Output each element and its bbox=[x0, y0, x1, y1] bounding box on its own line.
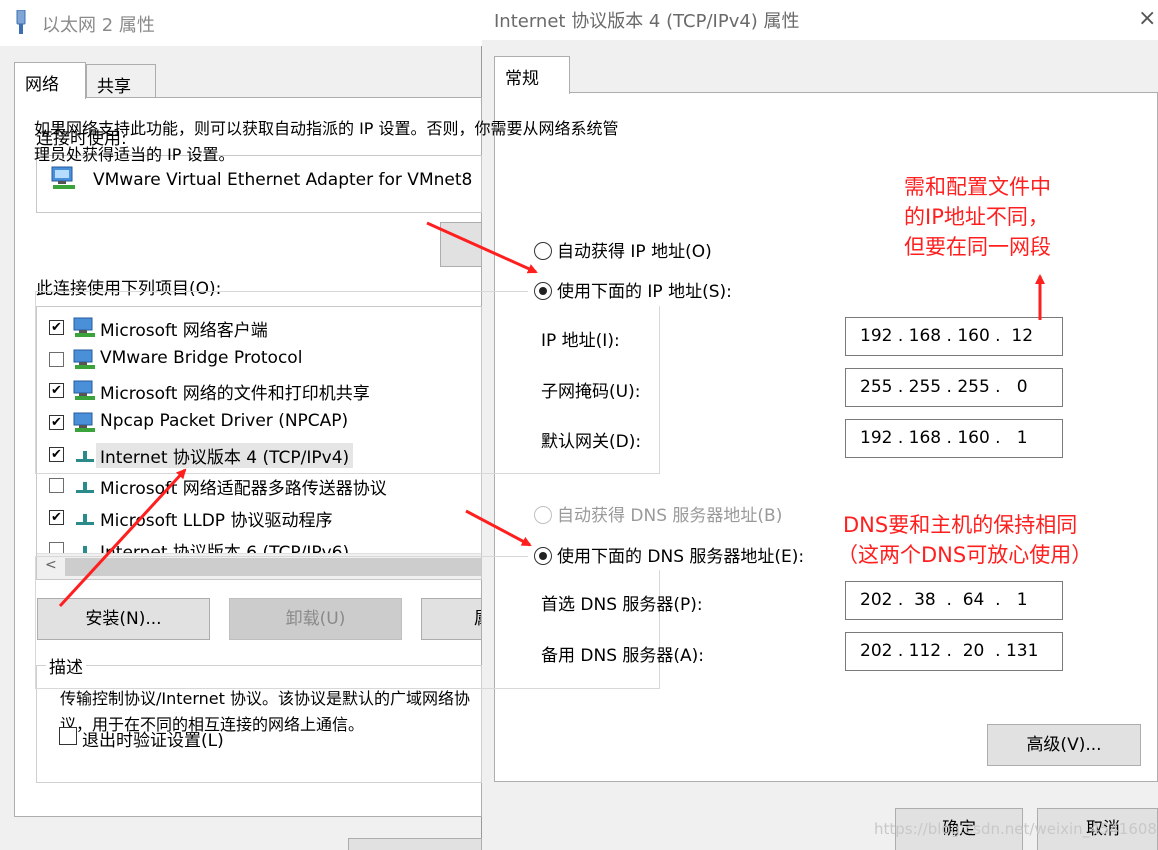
manual-ip-radio[interactable] bbox=[534, 282, 552, 300]
ip-annotation: 需和配置文件中 的IP地址不同， 但要在同一网段 bbox=[904, 172, 1051, 262]
gateway-field[interactable]: 192 . 168 . 160 . 1 bbox=[845, 419, 1063, 458]
configure-button[interactable] bbox=[440, 222, 482, 267]
subnet-mask-field[interactable]: 255 . 255 . 255 . 0 bbox=[845, 368, 1063, 407]
manual-dns-label: 使用下面的 DNS 服务器地址(E): bbox=[557, 547, 805, 567]
ip-address-field[interactable]: 192 . 168 . 160 . 12 bbox=[845, 317, 1063, 356]
close-icon[interactable]: × bbox=[1138, 6, 1156, 31]
auto-dns-radio[interactable] bbox=[534, 506, 552, 524]
dns-note-line: DNS要和主机的保持相同 bbox=[843, 513, 1078, 537]
manual-dns-radio[interactable] bbox=[534, 547, 552, 565]
item-label: Microsoft 网络适配器多路传送器协议 bbox=[100, 479, 387, 499]
right-window-title: Internet 协议版本 4 (TCP/IPv4) 属性 bbox=[494, 11, 800, 32]
tab-general[interactable]: 常规 bbox=[494, 56, 570, 94]
left-window-title: 以太网 2 属性 bbox=[42, 15, 155, 36]
intro-text: 如果网络支持此功能，则可以获取自动指派的 IP 设置。否则，你需要从网络系统管理… bbox=[34, 119, 619, 164]
ip-address-label: IP 地址(I): bbox=[541, 331, 620, 351]
alternate-dns-label: 备用 DNS 服务器(A): bbox=[541, 646, 705, 666]
item-label: Microsoft LLDP 协议驱动程序 bbox=[100, 511, 333, 531]
list-item[interactable]: Microsoft 网络适配器多路传送器协议 bbox=[37, 471, 481, 501]
validate-label: 退出时验证设置(L) bbox=[82, 731, 224, 751]
watermark: https://blog.csdn.net/weixin_45416086 bbox=[874, 820, 1158, 838]
ip-note-line: 需和配置文件中 bbox=[904, 175, 1051, 199]
tab-network[interactable]: 网络 bbox=[14, 62, 86, 99]
subnet-mask-label: 子网掩码(U): bbox=[541, 382, 641, 402]
list-item[interactable]: ✔ Microsoft LLDP 协议驱动程序 bbox=[37, 503, 481, 533]
auto-dns-label: 自动获得 DNS 服务器地址(B) bbox=[557, 506, 783, 526]
gateway-label: 默认网关(D): bbox=[541, 432, 642, 452]
advanced-button[interactable]: 高级(V)... bbox=[987, 724, 1141, 766]
dns-server-group bbox=[35, 556, 660, 689]
left-dialog-button[interactable] bbox=[348, 838, 482, 850]
alternate-dns-field[interactable]: 202 . 112 . 20 . 131 bbox=[845, 632, 1063, 671]
tab-sharing[interactable]: 共享 bbox=[86, 64, 156, 98]
preferred-dns-label: 首选 DNS 服务器(P): bbox=[541, 595, 703, 615]
auto-ip-label: 自动获得 IP 地址(O) bbox=[557, 242, 712, 262]
dns-annotation: DNS要和主机的保持相同 （这两个DNS可放心使用） bbox=[837, 510, 1092, 570]
right-title-bar: Internet 协议版本 4 (TCP/IPv4) 属性 × bbox=[482, 0, 1158, 40]
protocol-icon bbox=[76, 514, 94, 525]
protocol-icon bbox=[76, 482, 94, 493]
ethernet-plug-icon bbox=[16, 10, 26, 34]
preferred-dns-field[interactable]: 202 . 38 . 64 . 1 bbox=[845, 581, 1063, 620]
ip-note-line: 但要在同一网段 bbox=[904, 235, 1051, 259]
adapter-name: VMware Virtual Ethernet Adapter for VMne… bbox=[93, 170, 473, 190]
validate-checkbox[interactable] bbox=[59, 727, 77, 745]
item-checkbox[interactable]: ✔ bbox=[49, 510, 64, 525]
item-checkbox[interactable] bbox=[49, 478, 64, 493]
network-adapter-icon bbox=[51, 166, 75, 189]
auto-ip-radio[interactable] bbox=[534, 242, 552, 260]
ip-note-line: 的IP地址不同， bbox=[904, 205, 1049, 229]
dns-note-line: （这两个DNS可放心使用） bbox=[837, 543, 1093, 567]
manual-ip-label: 使用下面的 IP 地址(S): bbox=[557, 282, 732, 302]
left-title-bar: 以太网 2 属性 bbox=[0, 0, 482, 46]
